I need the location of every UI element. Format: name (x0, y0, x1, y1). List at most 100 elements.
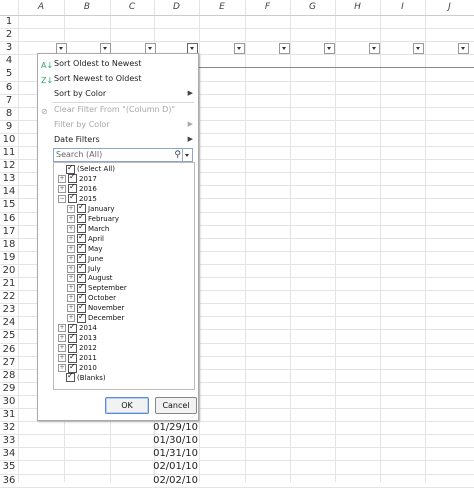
filter-dropdown-button-g[interactable] (324, 43, 335, 54)
cell-d36[interactable]: 02/02/10 (138, 474, 198, 488)
expand-icon[interactable]: + (67, 304, 75, 313)
row-header-13[interactable]: 13 (0, 172, 18, 185)
expand-icon[interactable]: + (67, 264, 75, 273)
row-header-20[interactable]: 20 (0, 264, 18, 277)
row-header-33[interactable]: 33 (0, 434, 18, 447)
menu-date-filters[interactable]: Date Filters ▶ (38, 132, 198, 147)
row-header-4[interactable]: 4 (0, 54, 18, 67)
row-header-8[interactable]: 8 (0, 107, 18, 120)
row-header-32[interactable]: 32 (0, 421, 18, 434)
tree-node[interactable]: + November (67, 302, 124, 313)
expand-icon[interactable]: + (67, 224, 75, 233)
tree-node[interactable]: + March (67, 222, 109, 234)
row-header-3[interactable]: 3 (0, 41, 18, 54)
row-header-1[interactable]: 1 (0, 15, 18, 28)
expand-icon[interactable]: + (58, 334, 66, 343)
row-header-7[interactable]: 7 (0, 94, 18, 107)
cell-d34[interactable]: 01/31/10 (138, 447, 198, 461)
column-header-a[interactable]: A (18, 0, 64, 15)
expand-icon[interactable]: + (67, 294, 75, 303)
row-header-23[interactable]: 23 (0, 303, 18, 316)
expand-icon[interactable]: + (58, 174, 66, 183)
resize-grip-icon[interactable]: ⋰ (191, 412, 197, 419)
filter-dropdown-button-j[interactable] (458, 43, 469, 54)
expand-icon[interactable]: + (58, 324, 66, 333)
tree-node[interactable]: + February (67, 212, 119, 224)
tree-node[interactable]: +2014 (58, 322, 97, 333)
row-header-31[interactable]: 31 (0, 408, 18, 421)
expand-icon[interactable]: + (58, 344, 66, 353)
menu-sort-newest[interactable]: Z↓ Sort Newest to Oldest (38, 71, 198, 86)
row-header-16[interactable]: 16 (0, 212, 18, 225)
menu-filter-by-color[interactable]: Filter by Color ▶ (38, 117, 198, 132)
search-dropdown-button[interactable] (182, 149, 192, 161)
menu-sort-oldest[interactable]: A↓ Sort Oldest to Newest (38, 56, 198, 71)
tree-node[interactable]: +2013 (58, 332, 97, 343)
tree-node[interactable]: + May (67, 242, 102, 254)
row-header-6[interactable]: 6 (0, 81, 18, 94)
filter-dropdown-button-h[interactable] (369, 43, 380, 54)
row-header-26[interactable]: 26 (0, 343, 18, 356)
filter-search-input[interactable]: Search (All) ⚲ (53, 148, 193, 162)
filter-dropdown-button-f[interactable] (279, 43, 290, 54)
column-header-b[interactable]: B (64, 0, 110, 15)
search-icon[interactable]: ⚲ (174, 149, 181, 161)
row-header-5[interactable]: 5 (0, 67, 18, 80)
row-header-12[interactable]: 12 (0, 159, 18, 172)
column-header-d[interactable]: D (154, 0, 199, 15)
column-header-j[interactable]: J (425, 0, 474, 15)
expand-icon[interactable]: + (58, 354, 66, 363)
row-header-18[interactable]: 18 (0, 238, 18, 251)
expand-icon[interactable]: + (67, 244, 75, 253)
column-header-i[interactable]: I (380, 0, 425, 15)
row-header-24[interactable]: 24 (0, 316, 18, 329)
expand-icon[interactable]: + (67, 254, 75, 263)
filter-value-tree[interactable]: (Select All)+2017+2016−2015+January+Febr… (53, 162, 195, 390)
row-header-22[interactable]: 22 (0, 290, 18, 303)
row-header-25[interactable]: 25 (0, 329, 18, 342)
tree-node[interactable]: +2017 (58, 172, 97, 184)
row-header-30[interactable]: 30 (0, 395, 18, 408)
checkbox-checked-icon[interactable] (77, 312, 86, 323)
filter-dropdown-button-i[interactable] (413, 43, 424, 54)
ok-button[interactable]: OK (105, 397, 149, 414)
tree-node[interactable]: + September (67, 282, 127, 293)
menu-clear-filter[interactable]: ⊘ Clear Filter From "(Column D)" (38, 102, 198, 117)
tree-node[interactable]: +2016 (58, 182, 97, 194)
expand-icon[interactable] (58, 166, 64, 172)
tree-node[interactable]: + October (67, 292, 116, 303)
tree-node[interactable]: +2010 (58, 362, 97, 373)
tree-node[interactable]: +2012 (58, 342, 97, 353)
row-header-35[interactable]: 35 (0, 460, 18, 473)
checkbox-checked-icon[interactable] (66, 371, 75, 383)
checkbox-checked-icon[interactable] (68, 192, 77, 204)
tree-node[interactable]: + April (67, 232, 104, 244)
expand-icon[interactable]: + (58, 364, 66, 372)
row-header-21[interactable]: 21 (0, 277, 18, 290)
row-header-15[interactable]: 15 (0, 198, 18, 211)
tree-node[interactable]: +2011 (58, 352, 97, 363)
row-header-36[interactable]: 36 (0, 474, 18, 487)
tree-node[interactable]: (Select All) (58, 163, 115, 174)
tree-node[interactable]: + January (67, 202, 115, 214)
row-header-29[interactable]: 29 (0, 382, 18, 395)
cell-d35[interactable]: 02/01/10 (138, 460, 198, 474)
column-header-g[interactable]: G (290, 0, 335, 15)
column-header-c[interactable]: C (110, 0, 154, 15)
collapse-icon[interactable]: − (58, 194, 66, 203)
tree-node[interactable]: + August (67, 272, 113, 283)
expand-icon[interactable]: + (67, 274, 75, 283)
row-header-2[interactable]: 2 (0, 28, 18, 41)
expand-icon[interactable]: + (67, 234, 75, 243)
column-header-e[interactable]: E (199, 0, 245, 15)
row-header-9[interactable]: 9 (0, 120, 18, 133)
tree-node[interactable]: + June (67, 252, 103, 264)
expand-icon[interactable]: + (67, 214, 75, 223)
column-header-h[interactable]: H (335, 0, 380, 15)
cell-d32[interactable]: 01/29/10 (138, 421, 198, 435)
expand-icon[interactable]: + (67, 284, 75, 293)
cell-d33[interactable]: 01/30/10 (138, 434, 198, 448)
row-header-28[interactable]: 28 (0, 369, 18, 382)
filter-dropdown-button-e[interactable] (234, 43, 245, 54)
expand-icon[interactable] (58, 375, 64, 381)
